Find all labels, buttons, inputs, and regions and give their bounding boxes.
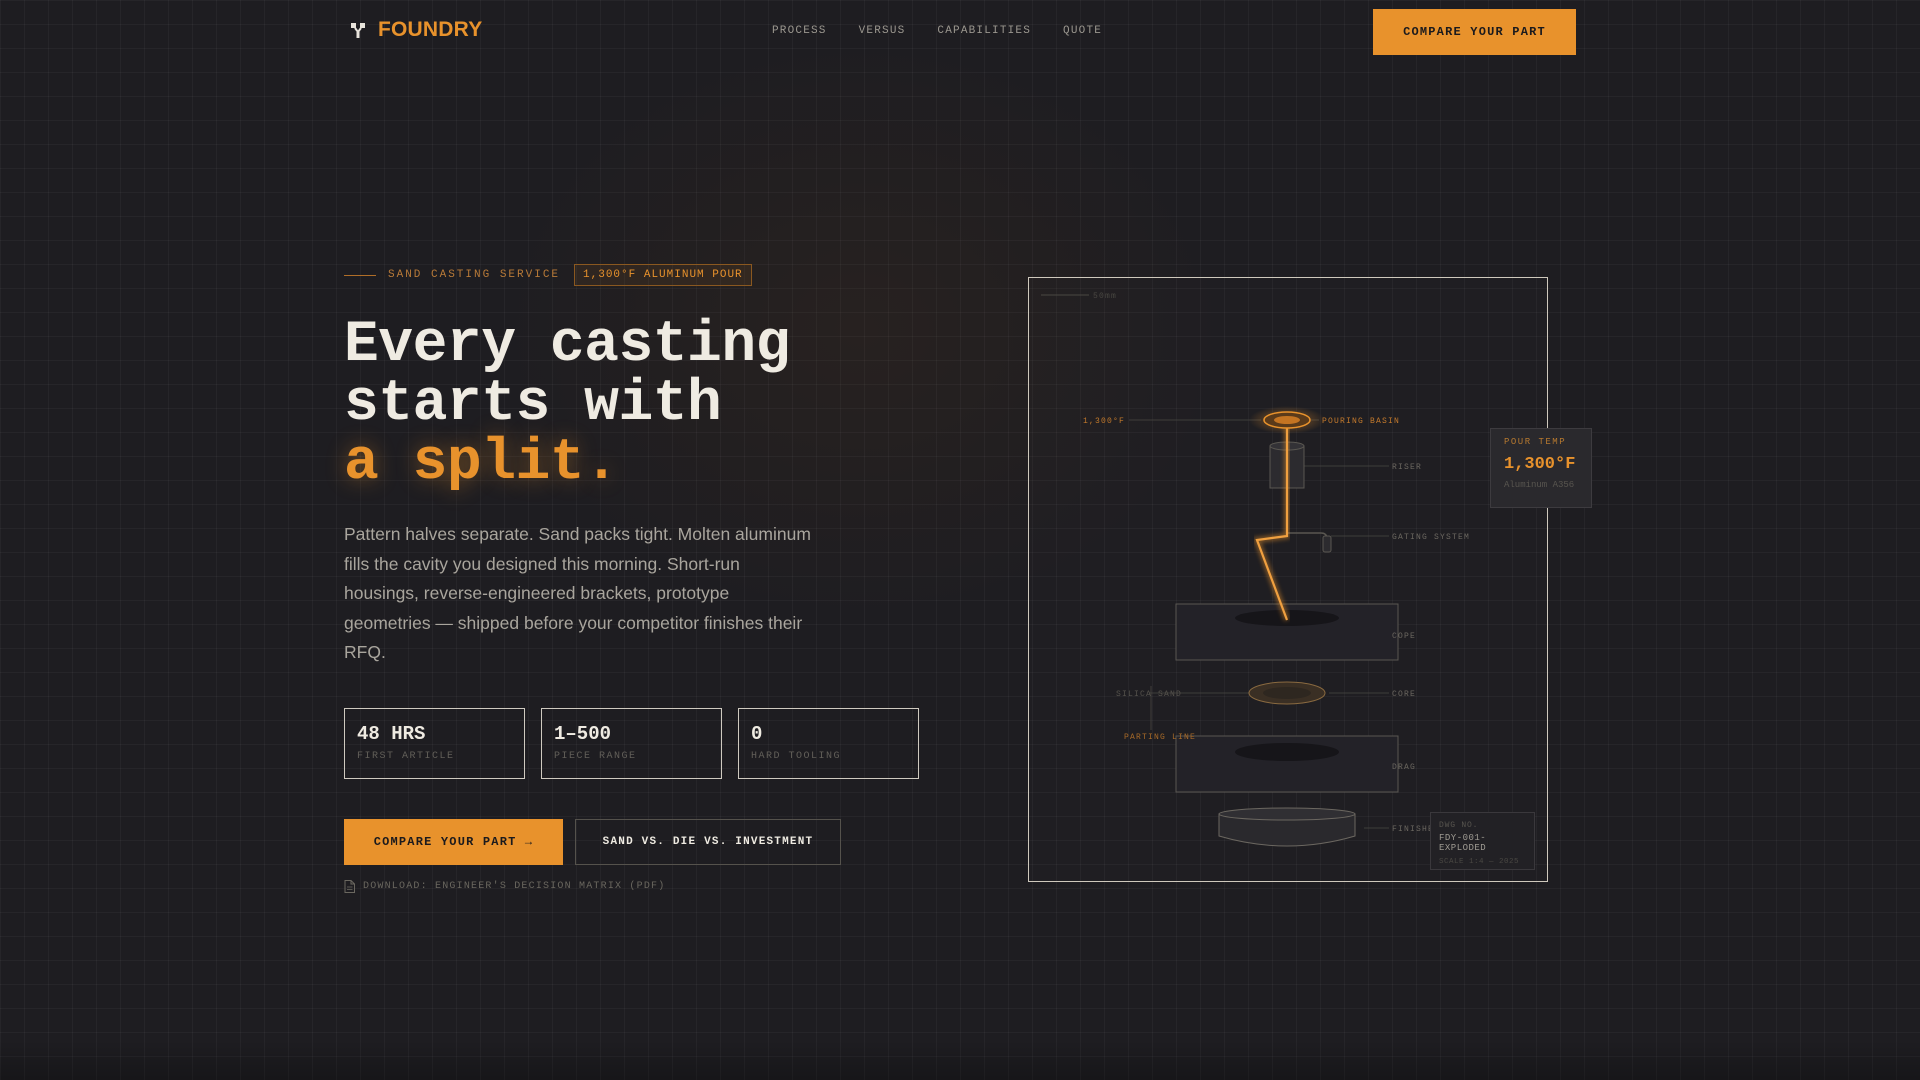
temperature-badge: 1,300°F ALUMINUM POUR	[574, 264, 752, 286]
label-gating-system: GATING SYSTEM	[1392, 533, 1470, 542]
pouring-basin	[1249, 406, 1325, 434]
label-pouring-basin: POURING BASIN	[1322, 417, 1400, 426]
pour-temp-alloy: Aluminum A356	[1504, 480, 1575, 490]
document-icon	[344, 880, 355, 893]
headline-line-1: Every casting	[344, 313, 790, 378]
brand-name: FOUNDRY	[378, 18, 483, 41]
scale-note: 50mm	[1093, 292, 1117, 301]
stat-card: 48 HRS FIRST ARTICLE	[344, 708, 525, 779]
nav-link-process[interactable]: PROCESS	[772, 25, 827, 37]
stats-row: 48 HRS FIRST ARTICLE 1–500 PIECE RANGE 0…	[344, 708, 919, 779]
finished-casting	[1218, 807, 1356, 847]
bottom-fade	[0, 1040, 1920, 1080]
pour-temp-label: POUR TEMP	[1504, 437, 1567, 447]
exploded-mold-diagram: 50mm 1,300°F POURING BASIN RISER GATING …	[1041, 292, 1470, 847]
foundry-logo-icon	[351, 23, 365, 38]
nav-links: PROCESS VERSUS CAPABILITIES QUOTE	[772, 25, 1102, 37]
drawing-number-label: DWG NO.	[1439, 821, 1479, 830]
stat-value: 1–500	[554, 723, 612, 745]
hero-description: Pattern halves separate. Sand packs tigh…	[344, 524, 811, 662]
pour-temp-value: 1,300°F	[1504, 455, 1576, 474]
stat-card: 1–500 PIECE RANGE	[541, 708, 722, 779]
process-comparison-button[interactable]: SAND VS. DIE VS. INVESTMENT	[575, 819, 841, 865]
label-riser: RISER	[1392, 463, 1422, 472]
stat-card: 0 HARD TOOLING	[738, 708, 919, 779]
eyebrow-rule	[344, 274, 376, 276]
label-silica-sand: SILICA SAND	[1116, 690, 1182, 699]
label-parting-line: PARTING LINE	[1124, 733, 1196, 742]
download-label: DOWNLOAD: ENGINEER'S DECISION MATRIX (PD…	[363, 881, 666, 892]
hero-eyebrow: SAND CASTING SERVICE 1,300°F ALUMINUM PO…	[344, 264, 752, 286]
stat-value: 48 HRS	[357, 723, 426, 745]
headline-line-2: starts with	[344, 372, 722, 437]
stat-label: FIRST ARTICLE	[357, 751, 455, 762]
drawing-title-block: DWG NO. FDY-001-EXPLODED SCALE 1:4 — 202…	[1430, 812, 1535, 870]
nav-link-capabilities[interactable]: CAPABILITIES	[937, 25, 1031, 37]
brand-logo[interactable]: FOUNDRY	[348, 18, 482, 42]
top-nav: FOUNDRY PROCESS VERSUS CAPABILITIES QUOT…	[0, 0, 1920, 64]
stat-label: PIECE RANGE	[554, 751, 637, 762]
headline-line-3-accent: a split.	[344, 431, 619, 496]
pour-temp-card: POUR TEMP 1,300°F Aluminum A356	[1490, 428, 1592, 508]
drag-block	[1175, 735, 1399, 793]
hero-headline: Every casting starts with a split.	[344, 316, 790, 493]
download-link[interactable]: DOWNLOAD: ENGINEER'S DECISION MATRIX (PD…	[344, 880, 665, 893]
stat-value: 0	[751, 723, 763, 745]
label-core: CORE	[1392, 690, 1416, 699]
nav-link-versus[interactable]: VERSUS	[859, 25, 906, 37]
compare-part-button[interactable]: COMPARE YOUR PART →	[344, 819, 563, 865]
label-temperature: 1,300°F	[1083, 417, 1125, 426]
core	[1248, 681, 1326, 705]
label-cope: COPE	[1392, 632, 1416, 641]
nav-link-quote[interactable]: QUOTE	[1063, 25, 1102, 37]
eyebrow-text: SAND CASTING SERVICE	[388, 269, 561, 281]
nav-compare-button[interactable]: COMPARE YOUR PART	[1373, 9, 1576, 55]
drawing-scale: SCALE 1:4 — 2025	[1439, 858, 1520, 866]
stat-label: HARD TOOLING	[751, 751, 842, 762]
label-drag: DRAG	[1392, 763, 1416, 772]
drawing-number: FDY-001-EXPLODED	[1439, 833, 1487, 853]
exploded-diagram-frame: 50mm 1,300°F POURING BASIN RISER GATING …	[1028, 277, 1548, 882]
gating-stub	[1287, 532, 1332, 553]
